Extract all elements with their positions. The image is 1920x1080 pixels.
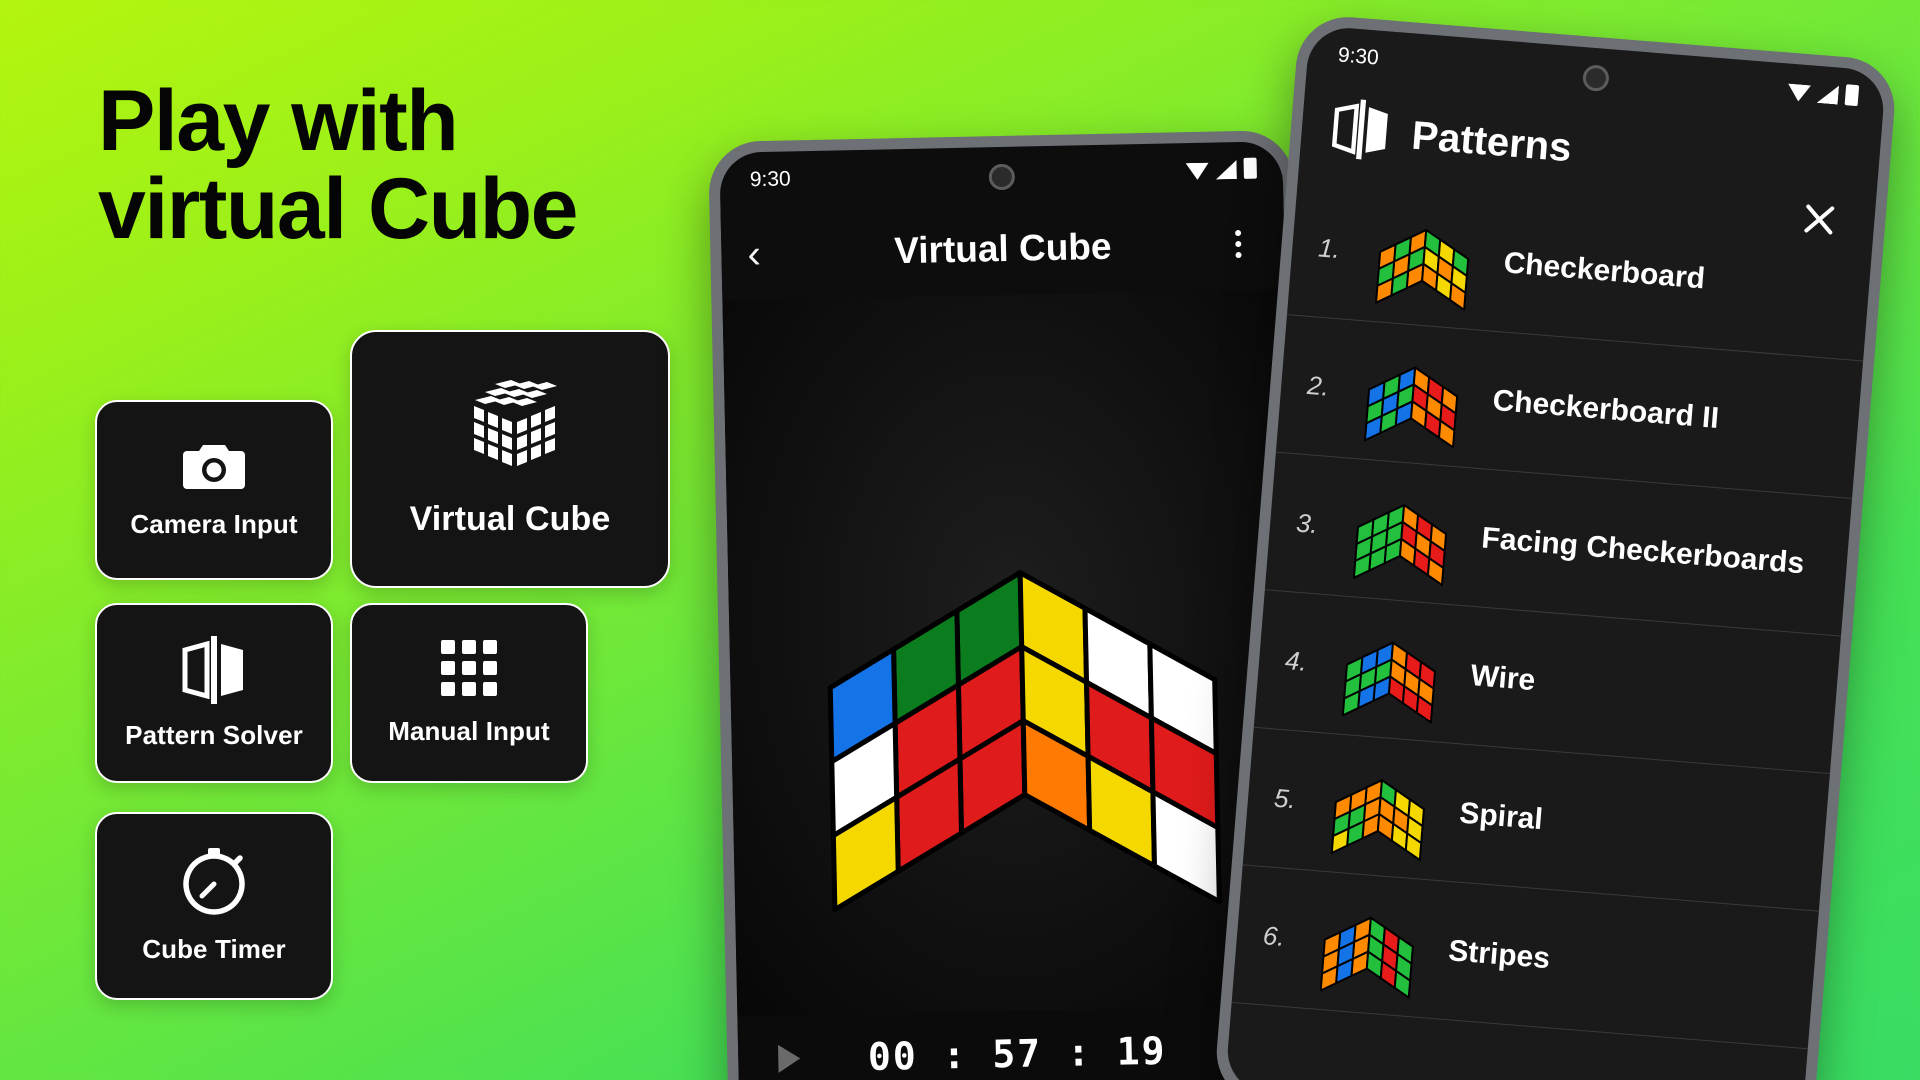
wifi-icon [1186,163,1209,180]
pattern-index: 6. [1261,920,1286,952]
timer-value: 00 : 57 : 19 [867,1028,1167,1079]
pattern-cube-thumbnail [1368,200,1480,312]
pattern-index: 1. [1317,232,1342,265]
manual-input-label: Manual Input [388,715,550,746]
signal-icon [1817,84,1839,105]
pattern-cube-thumbnail [1324,751,1436,863]
virtual-cube-card[interactable]: Virtual Cube [350,330,670,588]
virtual-cube-label: Virtual Cube [409,499,611,538]
pattern-name: Stripes [1447,933,1552,975]
pattern-cube-thumbnail [1335,613,1447,725]
pattern-name: Spiral [1458,796,1545,836]
status-bar: 9:30 [719,141,1283,209]
cube-viewport[interactable] [722,289,1301,1017]
phone-screen-virtual-cube: 9:30 ‹ Virtual Cube 00 : 57 : 19 [719,141,1303,1080]
pattern-cube-thumbnail [1346,476,1458,588]
battery-icon [1243,157,1257,179]
pattern-solver-card[interactable]: Pattern Solver [95,603,333,783]
camera-input-label: Camera Input [130,508,298,539]
patterns-list[interactable]: 1. Checkerboard 2. Checkerboard II 3. Facing … [1231,170,1875,1050]
grid-3x3-icon [441,639,497,696]
phone-patterns: 9:30 Patterns 1. Checkerboard 2. Checkerboa… [1212,13,1899,1080]
signal-icon [1216,160,1237,179]
status-time: 9:30 [749,167,791,192]
close-icon[interactable] [1797,197,1842,242]
pattern-index: 3. [1295,507,1320,540]
overflow-menu-icon[interactable] [1218,229,1259,259]
pattern-index: 4. [1284,645,1309,677]
pattern-cube-thumbnail [1357,338,1469,450]
cube-3d-icon [457,379,563,478]
pattern-solver-icon [181,635,247,704]
camera-icon [183,441,245,491]
cube-timer-card[interactable]: Cube Timer [95,812,333,1000]
phone-virtual-cube: 9:30 ‹ Virtual Cube 00 : 57 : 19 [708,129,1315,1080]
pattern-name: Wire [1469,658,1537,697]
stopwatch-icon [182,847,246,916]
pattern-name: Checkerboard II [1491,383,1721,435]
patterns-title: Patterns [1409,113,1574,171]
app-bar: ‹ Virtual Cube [720,197,1286,301]
pattern-solver-icon [1329,97,1392,166]
promo-panel: Play with virtual Cube Camera Input Virt… [0,0,720,1080]
camera-punchhole-icon [1581,64,1610,93]
back-arrow-icon[interactable]: ‹ [747,232,788,276]
page-title: Play with virtual Cube [98,77,718,257]
headline-line-1: Play with [98,73,459,169]
camera-input-card[interactable]: Camera Input [95,400,333,580]
play-icon[interactable] [777,1044,801,1073]
status-icons [1787,80,1860,107]
status-icons [1186,157,1257,180]
pattern-solver-label: Pattern Solver [125,719,303,750]
battery-icon [1844,84,1860,107]
rubiks-cube-3d [827,570,1222,913]
pattern-name: Facing Checkerboards [1480,520,1806,580]
pattern-cube-thumbnail [1313,888,1425,1000]
cube-timer-label: Cube Timer [142,933,286,964]
phone-screen-patterns: 9:30 Patterns 1. Checkerboard 2. Checkerboa… [1224,25,1887,1080]
camera-punchhole-icon [988,163,1015,191]
status-time: 9:30 [1337,43,1380,70]
wifi-icon [1787,84,1811,103]
pattern-index: 5. [1272,782,1298,815]
manual-input-card[interactable]: Manual Input [350,603,588,783]
pattern-name: Checkerboard [1502,245,1707,295]
pattern-index: 2. [1306,370,1331,402]
headline-line-2: virtual Cube [98,160,578,257]
app-bar-title: Virtual Cube [893,225,1112,272]
